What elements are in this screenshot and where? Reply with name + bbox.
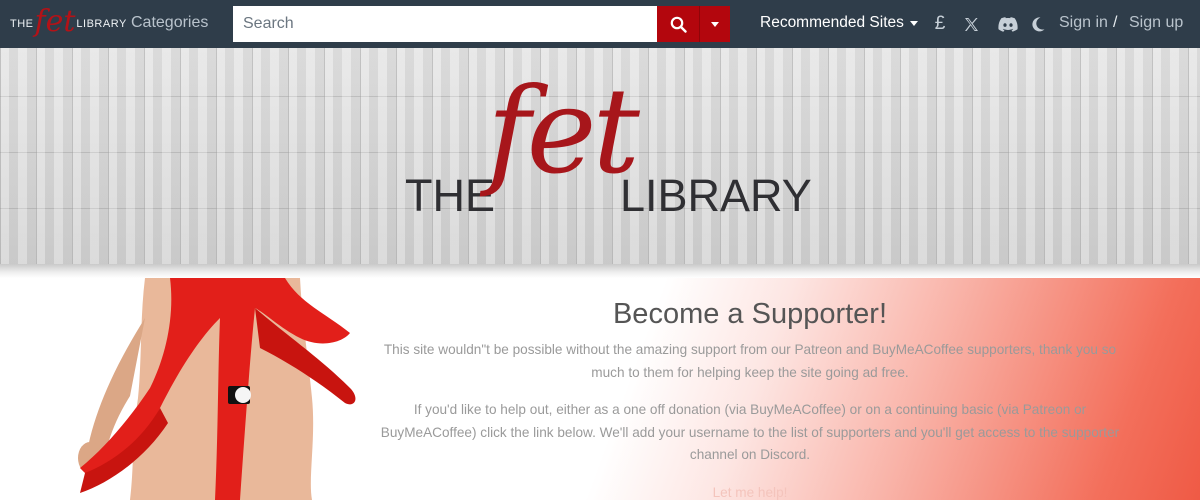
sign-in-link[interactable]: Sign in: [1059, 14, 1108, 32]
pound-icon[interactable]: £: [932, 12, 948, 36]
banner-logo-library: LIBRARY: [620, 170, 812, 221]
banner-shadow: [0, 264, 1200, 278]
supporter-paragraph-2: If you'd like to help out, either as a o…: [380, 402, 1120, 462]
logo-fet-text: fet: [34, 4, 76, 39]
site-logo[interactable]: THE fet LIBRARY: [10, 4, 127, 40]
supporter-paragraph-1: This site wouldn"t be possible without t…: [383, 342, 1117, 380]
hero-banner: THE fet LIBRARY: [0, 48, 1200, 264]
logo-the-text: THE: [10, 18, 34, 30]
top-navbar: THE fet LIBRARY Categories Recommended S…: [0, 0, 1200, 48]
banner-logo: THE fet LIBRARY: [405, 72, 812, 238]
x-twitter-icon[interactable]: [963, 12, 979, 36]
auth-separator: /: [1113, 14, 1118, 31]
search-icon: [670, 16, 687, 33]
recommended-sites-label: Recommended Sites: [760, 14, 904, 31]
banner-logo-fet: fet: [487, 62, 640, 200]
discord-icon[interactable]: [997, 12, 1019, 36]
banner-logo-the: THE: [405, 170, 495, 221]
ribbon-figure-image: [78, 278, 356, 500]
search-options-dropdown[interactable]: [699, 6, 730, 42]
caret-down-icon: [711, 21, 719, 27]
logo-library-text: LIBRARY: [76, 18, 127, 30]
supporter-section: Become a Supporter! This site wouldn"t b…: [0, 278, 1200, 500]
search-bar: [233, 6, 730, 42]
search-button[interactable]: [657, 6, 699, 42]
recommended-sites-dropdown[interactable]: Recommended Sites: [760, 14, 918, 32]
supporter-title: Become a Supporter!: [612, 298, 888, 330]
categories-link[interactable]: Categories: [131, 14, 208, 32]
search-input[interactable]: [233, 6, 657, 42]
moon-icon[interactable]: [1031, 12, 1045, 36]
let-me-help-link[interactable]: Let me help!: [380, 485, 1120, 500]
sign-up-link[interactable]: Sign up: [1129, 14, 1183, 32]
caret-down-icon: [909, 20, 918, 26]
